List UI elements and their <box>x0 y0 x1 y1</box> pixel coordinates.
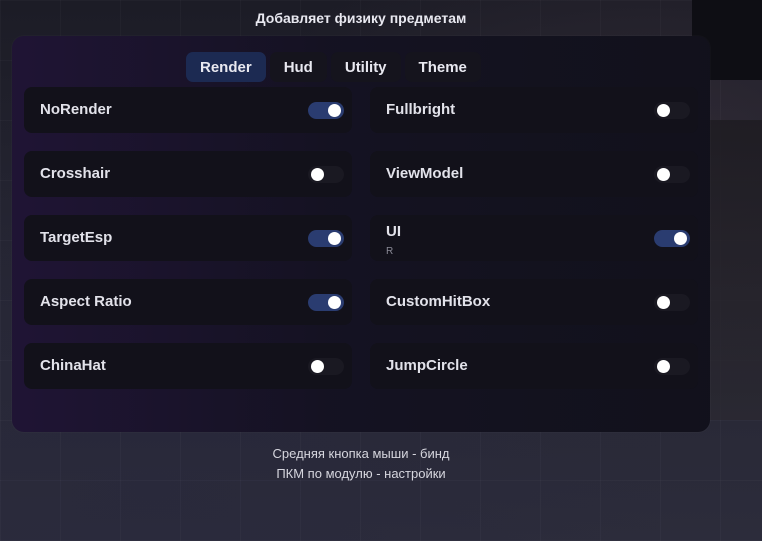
module-label: TargetEsp <box>40 229 113 246</box>
tab-render[interactable]: Render <box>186 52 266 82</box>
module-label: ChinaHat <box>40 357 106 374</box>
toggle-knob <box>657 360 670 373</box>
module-aspect-ratio[interactable]: Aspect Ratio <box>24 279 352 325</box>
module-norender[interactable]: NoRender <box>24 87 352 133</box>
module-viewmodel[interactable]: ViewModel <box>370 151 698 197</box>
module-label: ViewModel <box>386 165 464 182</box>
toggle-knob <box>657 104 670 117</box>
toggle-knob <box>657 296 670 309</box>
category-tabs: Render Hud Utility Theme <box>186 52 481 82</box>
toggle-switch[interactable] <box>308 102 344 119</box>
toggle-knob <box>311 168 324 181</box>
toggle-knob <box>311 360 324 373</box>
module-customhitbox[interactable]: CustomHitBox <box>370 279 698 325</box>
toggle-knob <box>328 296 341 309</box>
module-ui[interactable]: UI R <box>370 215 698 261</box>
toggle-knob <box>328 104 341 117</box>
module-chinahat[interactable]: ChinaHat <box>24 343 352 389</box>
hint-settings: ПКМ по модулю - настройки <box>276 466 446 481</box>
module-label: JumpCircle <box>386 357 468 374</box>
hint-bind: Средняя кнопка мыши - бинд <box>272 446 450 461</box>
tab-theme[interactable]: Theme <box>404 52 481 82</box>
module-crosshair[interactable]: Crosshair <box>24 151 352 197</box>
toggle-switch[interactable] <box>308 358 344 375</box>
module-targetesp[interactable]: TargetEsp <box>24 215 352 261</box>
toggle-switch[interactable] <box>654 166 690 183</box>
toggle-switch[interactable] <box>654 358 690 375</box>
module-label: Crosshair <box>40 165 111 182</box>
module-bind-key: R <box>386 246 394 257</box>
module-label: NoRender <box>40 101 112 118</box>
toggle-knob <box>657 168 670 181</box>
tab-utility[interactable]: Utility <box>330 52 401 82</box>
toggle-switch[interactable] <box>654 230 690 247</box>
module-label: Aspect Ratio <box>40 293 132 310</box>
toggle-switch[interactable] <box>654 102 690 119</box>
toggle-knob <box>674 232 687 245</box>
background-wall <box>702 120 762 420</box>
module-label: CustomHitBox <box>386 293 491 310</box>
toggle-switch[interactable] <box>308 166 344 183</box>
toggle-knob <box>328 232 341 245</box>
module-fullbright[interactable]: Fullbright <box>370 87 698 133</box>
module-jumpcircle[interactable]: JumpCircle <box>370 343 698 389</box>
module-description: Добавляет физику предметам <box>255 10 467 26</box>
module-label: Fullbright <box>386 101 456 118</box>
module-label: UI <box>386 223 401 240</box>
toggle-switch[interactable] <box>308 230 344 247</box>
toggle-switch[interactable] <box>308 294 344 311</box>
tab-hud[interactable]: Hud <box>269 52 327 82</box>
toggle-switch[interactable] <box>654 294 690 311</box>
